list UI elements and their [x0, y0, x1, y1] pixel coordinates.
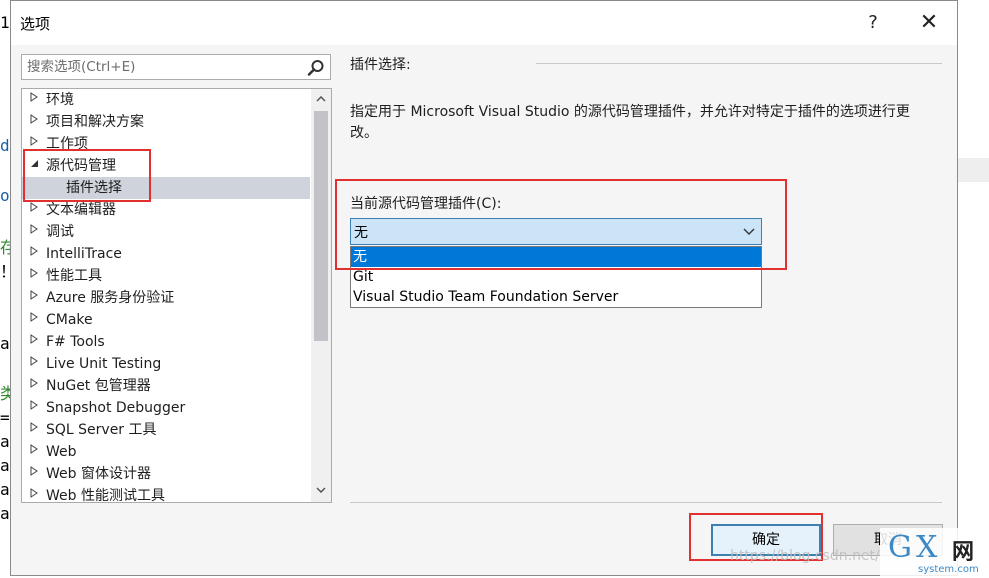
collapsed-arrow-icon[interactable] [30, 331, 42, 353]
tree-item[interactable]: Azure 服务身份验证 [22, 287, 310, 309]
collapsed-arrow-icon[interactable] [30, 133, 42, 155]
bg-code-char: o [0, 186, 10, 205]
background-highlight-band [958, 158, 989, 182]
search-box [21, 54, 331, 80]
section-title: 插件选择: [350, 57, 411, 73]
tree-item-label: 项目和解决方案 [46, 114, 144, 130]
tree-item-label: 工作项 [46, 136, 88, 152]
dropdown-option[interactable]: 无 [351, 247, 761, 267]
options-tree: 环境项目和解决方案 工作项源代码管理插件选择文本编辑器调试 IntelliTrace… [21, 88, 332, 503]
tree-item-label: F# Tools [46, 334, 105, 350]
collapsed-arrow-icon[interactable] [30, 89, 42, 111]
bg-code-char: 1 [0, 13, 10, 32]
collapsed-arrow-icon[interactable] [30, 199, 42, 221]
bg-code-char: a [0, 456, 10, 475]
tree-item-label: 调试 [46, 224, 74, 240]
bg-code-char: a [0, 334, 10, 353]
collapsed-arrow-icon[interactable] [30, 375, 42, 397]
tree-item-label: Web 性能测试工具 [46, 488, 165, 503]
collapsed-arrow-icon[interactable] [30, 463, 42, 485]
tree-item[interactable]: 性能工具 [22, 265, 310, 287]
search-icon[interactable] [306, 58, 326, 78]
dialog-title: 选项 [20, 15, 51, 33]
logo-letter: G [888, 530, 912, 565]
search-input[interactable] [22, 55, 292, 79]
watermark-logo: G X 网 system.com [880, 528, 989, 578]
collapsed-arrow-icon[interactable] [30, 485, 42, 502]
tree-item[interactable]: NuGet 包管理器 [22, 375, 310, 397]
tree-item-label: CMake [46, 312, 93, 328]
logo-letter: X [916, 530, 938, 565]
tree-item[interactable]: 项目和解决方案 [22, 111, 310, 133]
tree-item[interactable]: 文本编辑器 [22, 199, 310, 221]
collapsed-arrow-icon[interactable] [30, 397, 42, 419]
collapsed-arrow-icon[interactable] [30, 309, 42, 331]
collapsed-arrow-icon[interactable] [30, 287, 42, 309]
tree-item-label: 插件选择 [66, 180, 122, 196]
tree-item[interactable]: CMake [22, 309, 310, 331]
tree-item[interactable]: IntelliTrace [22, 243, 310, 265]
background-editor-strip [958, 0, 989, 578]
help-button[interactable]: ? [853, 9, 893, 37]
tree-item-child[interactable]: 插件选择 [22, 177, 310, 199]
dropdown-option[interactable]: Git [351, 267, 761, 287]
bg-code-char: a [0, 432, 10, 451]
tree-item-label: 源代码管理 [46, 158, 116, 174]
plugin-dropdown-list: 无 Git Visual Studio Team Foundation Server [350, 246, 762, 308]
scroll-thumb[interactable] [314, 111, 328, 341]
tree-scrollbar[interactable] [311, 89, 331, 502]
tree-item[interactable]: Web 窗体设计器 [22, 463, 310, 485]
logo-site: system.com [918, 564, 979, 575]
tree-item-label: Web 窗体设计器 [46, 466, 151, 482]
tree-item[interactable]: 调试 [22, 221, 310, 243]
collapsed-arrow-icon[interactable] [30, 243, 42, 265]
collapsed-arrow-icon[interactable] [30, 111, 42, 133]
options-dialog: 选项 ? ✕ 环境项目和解决方案工作项源代码管理插件选择文本编辑器调试 Intel… [10, 0, 958, 576]
logo-text: 网 [952, 540, 975, 565]
tree-item-label: NuGet 包管理器 [46, 378, 151, 394]
title-bar: 选项 ? ✕ [11, 1, 957, 45]
watermark-url: https://blog.csdn.net/ [730, 548, 880, 564]
bg-code-char: d [0, 136, 10, 155]
scroll-down-icon[interactable] [311, 482, 331, 500]
tree-item-label: 环境 [46, 92, 74, 108]
dropdown-option[interactable]: Visual Studio Team Foundation Server [351, 287, 761, 307]
tree-item[interactable]: 源代码管理 [22, 155, 310, 177]
plugin-combobox[interactable]: 无 [350, 218, 762, 245]
tree-item-label: IntelliTrace [46, 246, 122, 262]
section-divider [536, 63, 942, 64]
tree-item[interactable]: Web [22, 441, 310, 463]
tree-item-label: 性能工具 [46, 268, 102, 284]
tree-item[interactable]: SQL Server 工具 [22, 419, 310, 441]
chevron-down-icon[interactable] [742, 222, 756, 240]
bg-code-char: a [0, 480, 10, 499]
section-description: 指定用于 Microsoft Visual Studio 的源代码管理插件，并允… [350, 104, 910, 141]
collapsed-arrow-icon[interactable] [30, 441, 42, 463]
tree-item-label: SQL Server 工具 [46, 422, 157, 438]
tree-item-label: 文本编辑器 [46, 202, 116, 218]
collapsed-arrow-icon[interactable] [30, 265, 42, 287]
tree-item-label: Azure 服务身份验证 [46, 290, 175, 306]
scroll-up-icon[interactable] [311, 91, 331, 109]
tree-item[interactable]: Web 性能测试工具 [22, 485, 310, 503]
tree-item[interactable]: 工作项 [22, 133, 310, 155]
close-button[interactable]: ✕ [909, 9, 949, 37]
collapsed-arrow-icon[interactable] [30, 419, 42, 441]
tree-item-label: Live Unit Testing [46, 356, 162, 372]
tree-item[interactable]: Snapshot Debugger [22, 397, 310, 419]
plugin-combo-value: 无 [354, 225, 368, 241]
tree-item-label: Snapshot Debugger [46, 400, 186, 416]
tree-item[interactable]: 环境 [22, 89, 310, 111]
tree-item[interactable]: Live Unit Testing [22, 353, 310, 375]
expanded-arrow-icon[interactable] [30, 155, 42, 177]
collapsed-arrow-icon[interactable] [30, 221, 42, 243]
tree-item-label: Web [46, 444, 77, 460]
bg-code-char: = [0, 408, 10, 427]
tree-list: 环境项目和解决方案 工作项源代码管理插件选择文本编辑器调试 IntelliTrace… [22, 89, 310, 503]
tree-item[interactable]: F# Tools [22, 331, 310, 353]
collapsed-arrow-icon[interactable] [30, 353, 42, 375]
bottom-divider [350, 502, 942, 503]
bg-code-char: a [0, 504, 10, 523]
plugin-combo-label: 当前源代码管理插件(C): [350, 196, 502, 212]
